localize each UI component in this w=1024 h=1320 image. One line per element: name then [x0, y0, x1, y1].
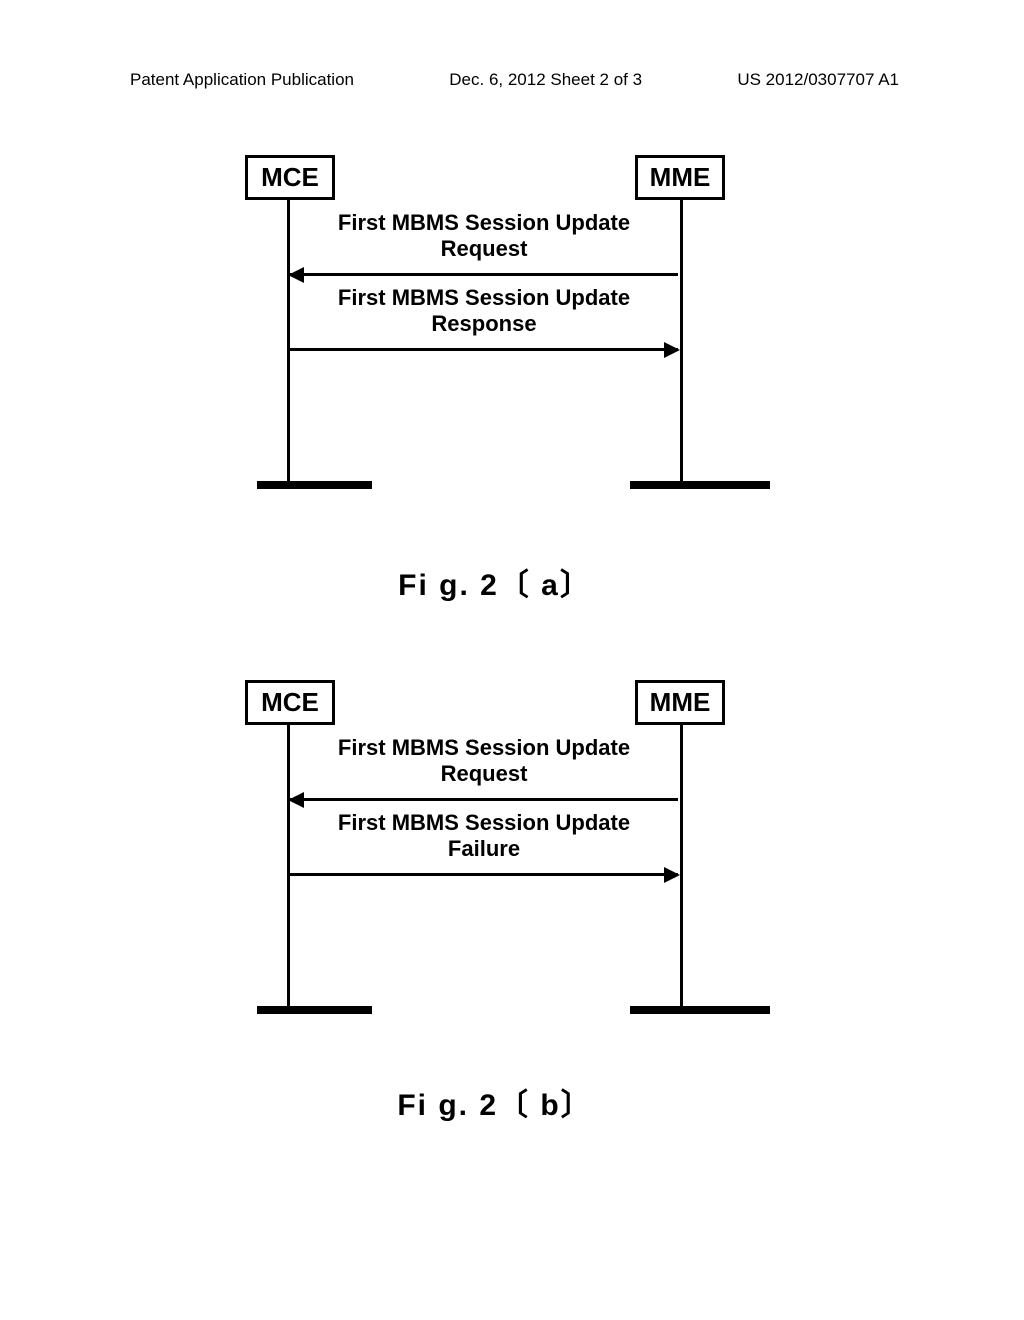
figure-caption-a: Fi g. 2〔 a〕 [255, 560, 735, 604]
entity-mce: MCE [245, 680, 335, 725]
entity-mme: MME [635, 680, 725, 725]
header-publication-number: US 2012/0307707 A1 [737, 70, 899, 90]
figure-caption-b: Fi g. 2〔 b〕 [255, 1080, 735, 1124]
message-response-line1: First MBMS Session Update [338, 285, 630, 310]
lifeline-end-mce [257, 481, 372, 489]
caption-a-text: Fi g. 2〔 a〕 [398, 569, 592, 602]
arrow-request [290, 798, 678, 801]
message-request-line2: Request [441, 761, 528, 786]
lifeline-end-mme [630, 1006, 770, 1014]
message-response-line2: Response [431, 311, 536, 336]
entity-mme: MME [635, 155, 725, 200]
header-date-sheet: Dec. 6, 2012 Sheet 2 of 3 [449, 70, 642, 90]
lifeline-mme [680, 724, 683, 1014]
message-failure: First MBMS Session Update Failure [290, 810, 678, 862]
arrow-request [290, 273, 678, 276]
message-request-line2: Request [441, 236, 528, 261]
lifeline-end-mme [630, 481, 770, 489]
message-response: First MBMS Session Update Response [290, 285, 678, 337]
arrow-failure [290, 873, 678, 876]
entity-mme-label: MME [650, 162, 711, 192]
entity-mce: MCE [245, 155, 335, 200]
entity-mce-label: MCE [261, 162, 319, 192]
arrow-response [290, 348, 678, 351]
message-request: First MBMS Session Update Request [290, 210, 678, 262]
page-header: Patent Application Publication Dec. 6, 2… [0, 70, 1024, 90]
message-failure-line2: Failure [448, 836, 520, 861]
message-request-line1: First MBMS Session Update [338, 210, 630, 235]
message-request-line1: First MBMS Session Update [338, 735, 630, 760]
entity-mce-label: MCE [261, 687, 319, 717]
entity-mme-label: MME [650, 687, 711, 717]
header-publication-type: Patent Application Publication [130, 70, 354, 90]
caption-b-text: Fi g. 2〔 b〕 [397, 1089, 592, 1122]
lifeline-mme [680, 199, 683, 489]
message-request: First MBMS Session Update Request [290, 735, 678, 787]
message-failure-line1: First MBMS Session Update [338, 810, 630, 835]
lifeline-end-mce [257, 1006, 372, 1014]
